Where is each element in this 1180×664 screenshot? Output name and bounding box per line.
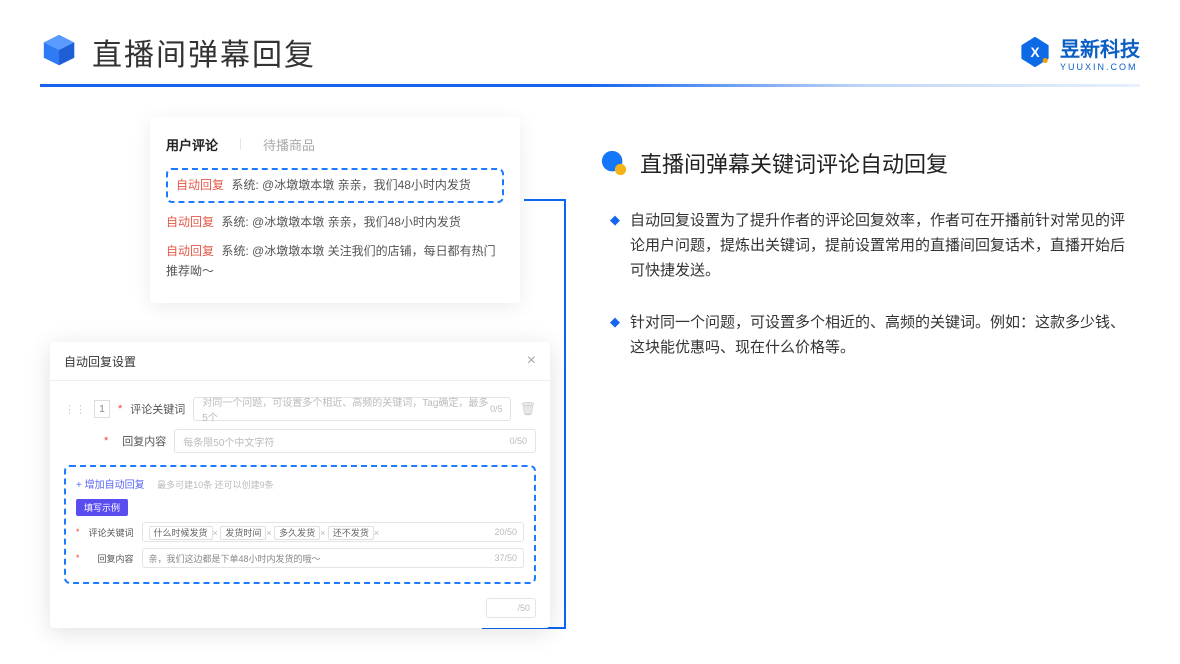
diamond-icon: ◆: [610, 212, 620, 283]
example-keyword-input[interactable]: 什么时候发货× 发货时间× 多久发货× 还不发货× 20/50: [142, 522, 524, 542]
section-title: 直播间弹幕关键词评论自动回复: [640, 147, 948, 179]
tabs: 用户评论 待播商品: [166, 135, 504, 154]
add-hint: 最多可建10条 还可以创建9条: [157, 480, 274, 490]
bullet-text: 自动回复设置为了提升作者的评论回复效率，作者可在开播前针对常见的评论用户问题，提…: [630, 209, 1130, 283]
add-auto-reply-link[interactable]: + 增加自动回复: [76, 480, 145, 491]
comment-text: @冰墩墩本墩 亲亲，我们48小时内发货: [262, 178, 471, 192]
settings-title: 自动回复设置: [64, 353, 136, 370]
content-input[interactable]: 每条限50个中文字符 0/50: [174, 429, 536, 453]
page-header: 直播间弹幕回复 X 昱新科技 YUUXIN.COM: [0, 0, 1180, 84]
brand-name: 昱新科技: [1060, 33, 1140, 62]
example-content-row: * 回复内容 亲，我们这边都是下单48小时内发货的哦～ 37/50: [76, 548, 524, 568]
auto-reply-tag: 自动回复: [176, 178, 224, 192]
example-box: + 增加自动回复 最多可建10条 还可以创建9条 填写示例 * 评论关键词 什么…: [64, 465, 536, 584]
highlighted-comment: 自动回复 系统: @冰墩墩本墩 亲亲，我们48小时内发货: [166, 168, 504, 203]
right-column: 直播间弹幕关键词评论自动回复 ◆ 自动回复设置为了提升作者的评论回复效率，作者可…: [600, 117, 1130, 389]
label-content: 回复内容: [116, 433, 166, 449]
diamond-icon: ◆: [610, 314, 620, 361]
footer-hint: /50: [50, 594, 550, 628]
bullet-item: ◆ 针对同一个问题，可设置多个相近的、高频的关键词。例如：这款多少钱、这块能优惠…: [610, 311, 1130, 361]
keyword-row: ⋮⋮ 1 * 评论关键词 对同一个问题，可设置多个相近、高频的关键词，Tag确定…: [64, 397, 536, 421]
cube-logo-icon: [40, 33, 78, 71]
content-row: * 回复内容 每条限50个中文字符 0/50: [64, 429, 536, 453]
tab-user-comments[interactable]: 用户评论: [166, 135, 218, 154]
brand-icon: X: [1018, 35, 1052, 69]
example-pill: 填写示例: [76, 499, 128, 516]
bullet-list: ◆ 自动回复设置为了提升作者的评论回复效率，作者可在开播前针对常见的评论用户问题…: [600, 209, 1130, 361]
trash-icon[interactable]: 🗑: [519, 401, 536, 417]
index-box: 1: [94, 400, 110, 418]
drag-handle-icon[interactable]: ⋮⋮: [64, 403, 86, 416]
close-icon[interactable]: ×: [527, 352, 536, 370]
bullet-item: ◆ 自动回复设置为了提升作者的评论回复效率，作者可在开播前针对常见的评论用户问题…: [610, 209, 1130, 283]
header-divider: [40, 84, 1140, 87]
page-title: 直播间弹幕回复: [92, 30, 316, 74]
label-keyword: 评论关键词: [130, 401, 185, 417]
chat-bubble-icon: [600, 149, 628, 177]
tab-pending-goods[interactable]: 待播商品: [263, 135, 315, 154]
brand-sub: YUUXIN.COM: [1060, 62, 1140, 72]
required-star: *: [118, 403, 122, 415]
keyword-input[interactable]: 对同一个问题，可设置多个相近、高频的关键词，Tag确定，最多5个 0/5: [193, 397, 511, 421]
brand-logo: X 昱新科技 YUUXIN.COM: [1018, 33, 1140, 72]
example-content-input[interactable]: 亲，我们这边都是下单48小时内发货的哦～ 37/50: [142, 548, 524, 568]
comments-card: 用户评论 待播商品 自动回复 系统: @冰墩墩本墩 亲亲，我们48小时内发货 自…: [150, 117, 520, 303]
settings-card: 自动回复设置 × ⋮⋮ 1 * 评论关键词 对同一个问题，可设置多个相近、高频的…: [50, 342, 550, 628]
bullet-text: 针对同一个问题，可设置多个相近的、高频的关键词。例如：这款多少钱、这块能优惠吗、…: [630, 311, 1130, 361]
section-head: 直播间弹幕关键词评论自动回复: [600, 147, 1130, 179]
sys-prefix: 系统:: [231, 178, 258, 192]
tab-divider: [240, 138, 241, 150]
footer-counter: /50: [486, 598, 536, 618]
comment-item: 自动回复 系统: @冰墩墩本墩 关注我们的店铺，每日都有热门推荐呦～: [166, 242, 504, 280]
comment-item: 自动回复 系统: @冰墩墩本墩 亲亲，我们48小时内发货: [166, 213, 504, 232]
example-keyword-row: * 评论关键词 什么时候发货× 发货时间× 多久发货× 还不发货× 20/50: [76, 522, 524, 542]
left-column: 用户评论 待播商品 自动回复 系统: @冰墩墩本墩 亲亲，我们48小时内发货 自…: [50, 117, 550, 389]
svg-text:X: X: [1030, 45, 1039, 60]
